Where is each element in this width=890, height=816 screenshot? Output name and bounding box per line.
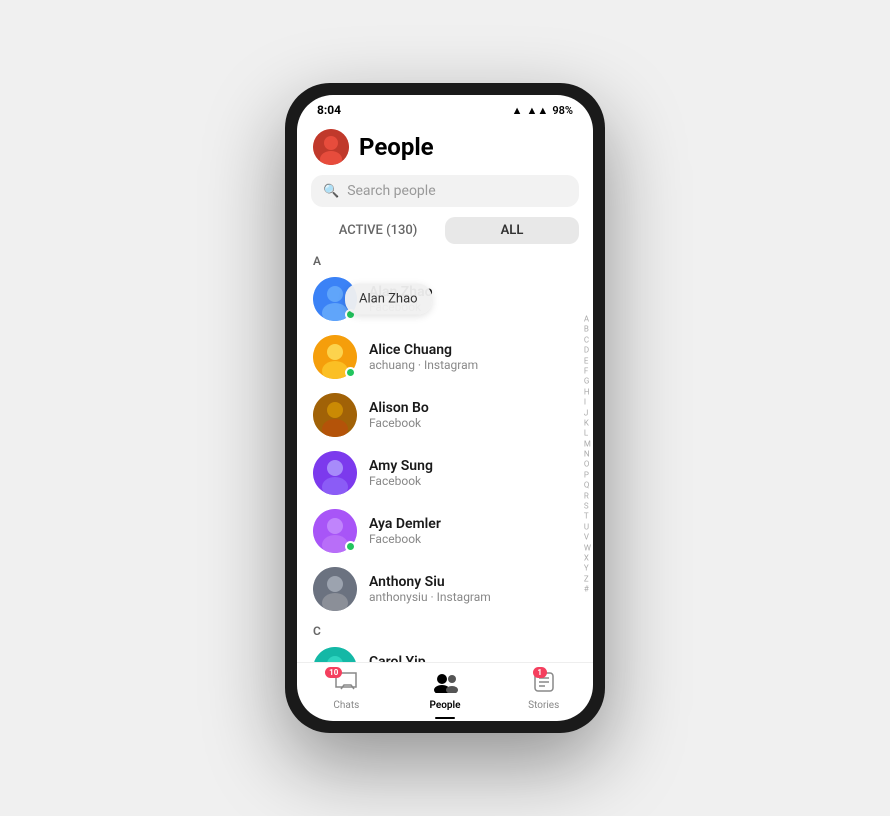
contact-item[interactable]: Anthony Siu anthonysiu · Instagram [297, 560, 593, 618]
phone-screen: 8:04 ▲ ▲▲ 98% People 🔍 Search people [297, 95, 593, 721]
nav-item-stories[interactable]: 1 Stories [494, 671, 593, 711]
contact-item[interactable]: Amy Sung Facebook [297, 444, 593, 502]
contact-item[interactable]: Alan Zhao Facebook Alan Zhao [297, 270, 593, 328]
contact-name: Carol Yip [369, 654, 577, 662]
battery-indicator: 98% [552, 104, 573, 117]
section-header-c: C [297, 618, 593, 640]
status-bar: 8:04 ▲ ▲▲ 98% [297, 95, 593, 121]
nav-label-people: People [430, 700, 461, 711]
avatar [313, 567, 357, 611]
contact-info: Alice Chuang achuang · Instagram [369, 342, 577, 372]
status-time: 8:04 [317, 103, 341, 117]
search-placeholder: Search people [347, 183, 435, 199]
avatar-wrap [313, 509, 357, 553]
contact-name: Anthony Siu [369, 574, 577, 590]
active-indicator [435, 717, 455, 719]
tab-active[interactable]: ACTIVE (130) [311, 217, 445, 244]
contact-item[interactable]: Alison Bo Facebook [297, 386, 593, 444]
avatar-wrap [313, 567, 357, 611]
contact-name: Aya Demler [369, 516, 577, 532]
contact-item[interactable]: Alice Chuang achuang · Instagram [297, 328, 593, 386]
contacts-list: A Alan Zhao Facebook [297, 248, 593, 662]
alphabet-index[interactable]: A B C D E F G H I J K L M N O P Q R S T [584, 315, 591, 596]
tab-all[interactable]: ALL [445, 217, 579, 244]
contact-info: Amy Sung Facebook [369, 458, 577, 488]
chats-badge: 10 [325, 667, 342, 678]
avatar [313, 393, 357, 437]
avatar [313, 451, 357, 495]
contact-sub: achuang · Instagram [369, 358, 577, 372]
nav-item-people[interactable]: People [396, 671, 495, 711]
section-header-a: A [297, 248, 593, 270]
tooltip-bubble: Alan Zhao [345, 284, 432, 315]
avatar [313, 647, 357, 662]
online-indicator [345, 541, 356, 552]
contact-item[interactable]: Carol Yip carolyip · Instagram [297, 640, 593, 662]
nav-label-stories: Stories [528, 700, 559, 711]
bottom-navigation: 10 Chats People [297, 662, 593, 721]
contact-sub: Facebook [369, 416, 577, 430]
nav-label-chats: Chats [333, 700, 359, 711]
contact-sub: Facebook [369, 532, 577, 546]
contact-sub: anthonysiu · Instagram [369, 590, 577, 604]
signal-icon: ▲▲ [527, 104, 549, 117]
contact-name: Alice Chuang [369, 342, 577, 358]
status-icons: ▲ ▲▲ 98% [512, 104, 573, 117]
chats-icon: 10 [334, 671, 358, 698]
contact-name: Amy Sung [369, 458, 577, 474]
user-avatar[interactable] [313, 129, 349, 165]
wifi-icon: ▲ [512, 104, 523, 117]
page-title: People [359, 133, 434, 161]
avatar-wrap [313, 335, 357, 379]
avatar-wrap [313, 647, 357, 662]
contact-item[interactable]: Aya Demler Facebook [297, 502, 593, 560]
contact-info: Aya Demler Facebook [369, 516, 577, 546]
search-bar[interactable]: 🔍 Search people [311, 175, 579, 207]
avatar-wrap [313, 451, 357, 495]
contact-name: Alison Bo [369, 400, 577, 416]
nav-item-chats[interactable]: 10 Chats [297, 671, 396, 711]
online-indicator [345, 367, 356, 378]
search-icon: 🔍 [323, 184, 339, 199]
phone-frame: 8:04 ▲ ▲▲ 98% People 🔍 Search people [285, 83, 605, 733]
stories-icon: 1 [533, 671, 555, 698]
avatar-wrap [313, 393, 357, 437]
header: People [297, 121, 593, 175]
contact-info: Alison Bo Facebook [369, 400, 577, 430]
stories-badge: 1 [533, 667, 547, 678]
contact-info: Anthony Siu anthonysiu · Instagram [369, 574, 577, 604]
tabs-bar: ACTIVE (130) ALL [311, 217, 579, 244]
contact-sub: Facebook [369, 474, 577, 488]
contact-info: Carol Yip carolyip · Instagram [369, 654, 577, 662]
people-icon [432, 671, 458, 698]
